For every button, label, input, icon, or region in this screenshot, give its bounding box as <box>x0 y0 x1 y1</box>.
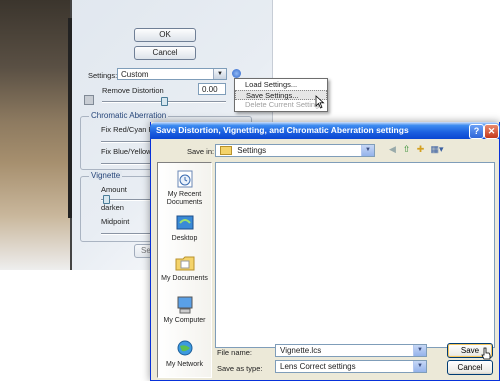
midpoint-label: Midpoint <box>101 217 130 226</box>
folder-icon <box>220 146 232 156</box>
amount-label: Amount <box>101 185 127 194</box>
save-in-label: Save in: <box>187 147 215 156</box>
place-my-network[interactable]: My Network <box>158 339 211 369</box>
view-menu-icon[interactable]: ▦▾ <box>429 144 445 155</box>
remove-distortion-thumb[interactable] <box>161 97 168 106</box>
help-button[interactable]: ? <box>469 124 484 139</box>
cancel-button[interactable]: Cancel <box>447 360 493 375</box>
remove-distortion-label: Remove Distortion <box>102 86 164 95</box>
new-folder-icon[interactable]: ✚ <box>415 144 426 155</box>
settings-context-menu: Load Settings... Save Settings... Delete… <box>234 78 328 112</box>
menu-item-delete-current-setting[interactable]: Delete Current Setting <box>235 100 327 110</box>
dialog-title: Save Distortion, Vignetting, and Chromat… <box>156 125 409 135</box>
menu-item-load-settings[interactable]: Load Settings... <box>235 80 327 90</box>
chevron-down-icon: ▼ <box>361 145 374 156</box>
darken-label: darken <box>101 203 124 212</box>
my-documents-icon <box>174 253 196 273</box>
hand-cursor-icon <box>481 347 491 360</box>
title-bar[interactable]: Save Distortion, Vignetting, and Chromat… <box>150 122 500 139</box>
file-name-input[interactable]: Vignette.lcs ▼ <box>275 344 427 357</box>
settings-panel: Settings: Custom ▼ Remove Distortion 0.0… <box>80 68 250 108</box>
file-list[interactable] <box>215 162 495 348</box>
places-bar: My Recent Documents Desktop My Documents… <box>157 162 212 378</box>
place-my-computer[interactable]: My Computer <box>158 295 211 325</box>
save-as-type-dropdown[interactable]: Lens Correct settings ▼ <box>275 360 427 373</box>
settings-menu-icon[interactable] <box>232 69 241 78</box>
save-as-type-label: Save as type: <box>217 364 263 373</box>
desktop-icon <box>174 213 196 233</box>
save-settings-dialog: Save Distortion, Vignetting, and Chromat… <box>150 122 500 381</box>
file-name-value: Vignette.lcs <box>280 346 322 355</box>
place-my-recent-documents[interactable]: My Recent Documents <box>158 169 211 207</box>
fix-red-cyan-label: Fix Red/Cyan Fr <box>101 125 156 134</box>
chromatic-aberration-title: Chromatic Aberration <box>89 111 169 120</box>
my-network-icon <box>174 339 196 359</box>
menu-item-save-settings[interactable]: Save Settings... <box>235 90 327 100</box>
chevron-down-icon: ▼ <box>213 69 226 79</box>
ok-button[interactable]: OK <box>134 28 196 42</box>
my-computer-icon <box>174 295 196 315</box>
save-as-type-value: Lens Correct settings <box>280 362 356 371</box>
cancel-button[interactable]: Cancel <box>134 46 196 60</box>
save-in-value: Settings <box>237 146 267 155</box>
chevron-down-icon: ▼ <box>413 345 426 356</box>
place-desktop[interactable]: Desktop <box>158 213 211 243</box>
remove-distortion-field[interactable]: 0.00 <box>198 83 226 95</box>
vignette-title: Vignette <box>89 171 123 180</box>
chevron-down-icon: ▼ <box>413 361 426 372</box>
settings-dropdown[interactable]: Custom ▼ <box>117 68 227 80</box>
place-my-documents[interactable]: My Documents <box>158 253 211 283</box>
close-button[interactable]: ✕ <box>484 124 499 139</box>
mouse-cursor-icon <box>315 95 325 109</box>
file-name-label: File name: <box>217 348 253 357</box>
image-preview <box>0 0 72 270</box>
save-in-dropdown[interactable]: Settings ▼ <box>215 144 375 157</box>
grid-icon[interactable] <box>84 95 94 105</box>
settings-value: Custom <box>121 70 149 79</box>
settings-label: Settings: <box>88 71 118 80</box>
up-folder-icon[interactable]: ⇧ <box>401 144 412 155</box>
back-icon[interactable]: ◀ <box>387 144 398 155</box>
recent-documents-icon <box>174 169 196 189</box>
